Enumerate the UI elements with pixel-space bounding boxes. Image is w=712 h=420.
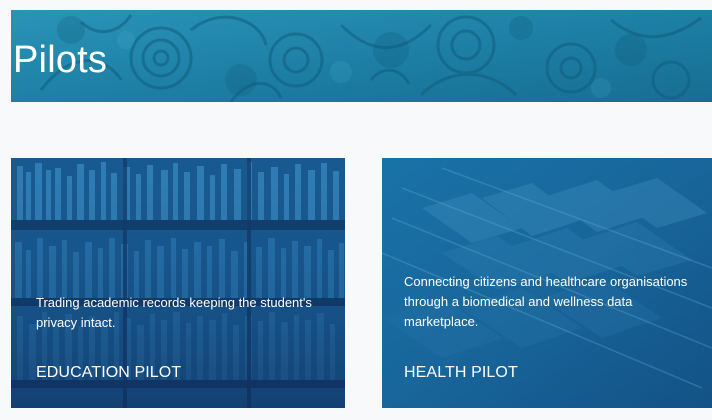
health-pilot-description: Connecting citizens and healthcare organ… bbox=[404, 274, 688, 329]
education-pilot-card[interactable]: Trading academic records keeping the stu… bbox=[11, 158, 345, 408]
hero-banner: Pilots bbox=[11, 10, 712, 102]
health-pilot-title[interactable]: HEALTH PILOT bbox=[404, 363, 518, 383]
hero-pattern-image bbox=[11, 10, 712, 102]
page: Pilots Trading academic records keeping … bbox=[0, 0, 712, 420]
page-title: Pilots bbox=[13, 39, 108, 81]
education-pilot-description: Trading academic records keeping the stu… bbox=[36, 295, 312, 330]
education-pilot-title[interactable]: EDUCATION PILOT bbox=[36, 363, 181, 383]
health-pilot-card[interactable]: Connecting citizens and healthcare organ… bbox=[382, 158, 712, 408]
